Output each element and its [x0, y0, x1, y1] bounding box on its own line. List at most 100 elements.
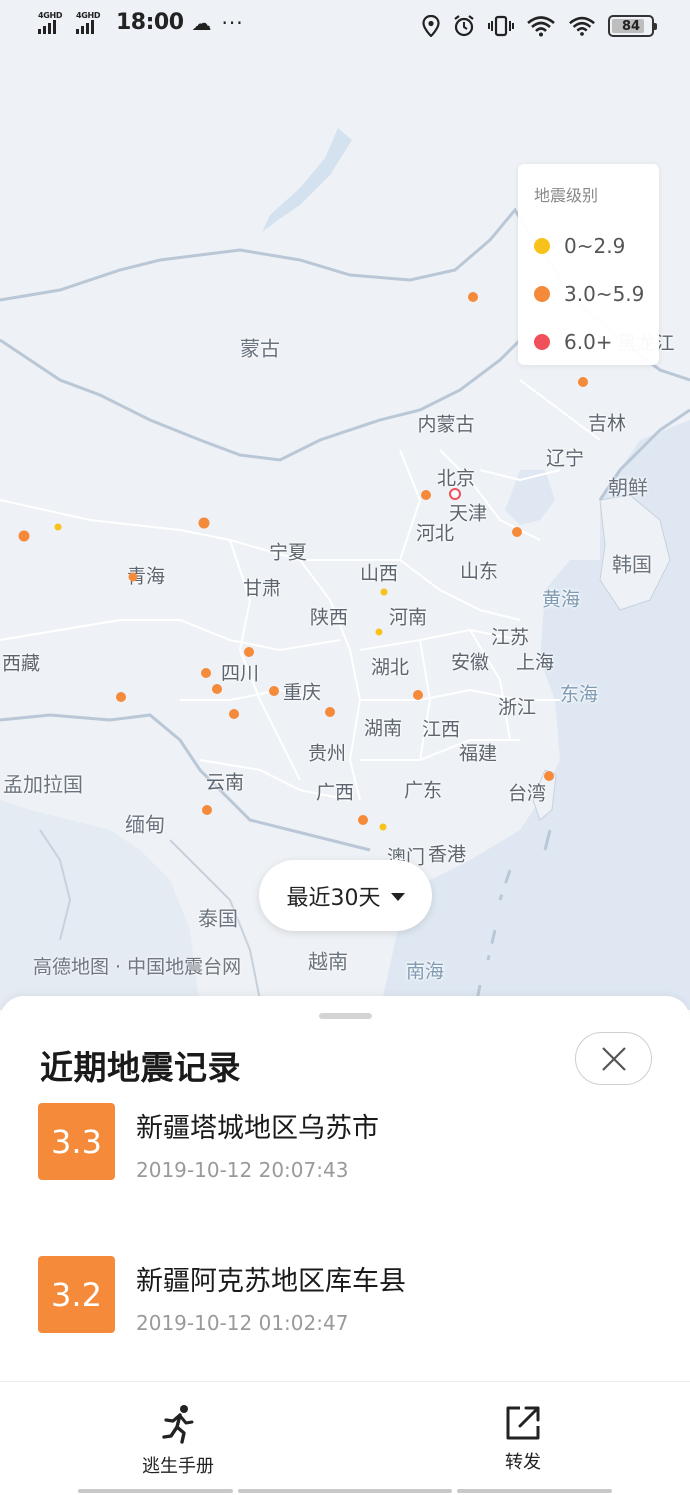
place-label: 山东 [459, 560, 499, 583]
place-label: 湖南 [363, 717, 403, 740]
wifi-icon-2 [569, 16, 595, 36]
place-label: 天津 [448, 502, 488, 525]
place-label: 南海 [405, 960, 445, 983]
legend-label: 6.0+ [564, 330, 613, 354]
legend-label: 3.0~5.9 [564, 282, 645, 306]
legend-row: 0~2.9 [534, 222, 659, 270]
caret-down-icon [390, 892, 405, 901]
cellular-signal-icon: 4GHD [38, 11, 70, 34]
vibrate-icon [488, 15, 514, 37]
quake-marker[interactable] [512, 527, 522, 537]
place-label: 辽宁 [545, 447, 585, 470]
map-attribution: 高德地图 · 中国地震台网 [33, 956, 242, 978]
location-icon [422, 15, 440, 37]
cellular-signal-icon: 4GHD [76, 11, 108, 34]
bottom-toolbar: 逃生手册 转发 [0, 1381, 690, 1495]
quake-marker[interactable] [375, 628, 383, 636]
wifi-icon [527, 16, 555, 37]
magnitude-legend: 地震级别 0~2.9 3.0~5.9 6.0+ [518, 164, 659, 365]
magnitude-badge: 3.2 [38, 1256, 115, 1333]
place-label: 江苏 [490, 626, 530, 649]
quake-marker[interactable] [421, 490, 431, 500]
legend-dot [534, 286, 550, 302]
quake-marker[interactable] [269, 686, 279, 696]
place-label: 台湾 [507, 782, 547, 805]
cloud-icon: ☁ [191, 10, 212, 35]
share-button[interactable]: 转发 [443, 1382, 603, 1482]
legend-dot [534, 238, 550, 254]
place-label: 贵州 [307, 742, 347, 765]
place-label: 黄海 [541, 588, 581, 611]
quake-marker[interactable] [198, 517, 210, 529]
place-label: 云南 [205, 771, 245, 794]
running-person-icon [162, 1405, 194, 1444]
earthquake-map[interactable]: 蒙古 内蒙古 黑龙江 吉林 辽宁 朝鲜 韩国 北京 天津 河北 宁夏 山西 山东… [0, 0, 690, 1010]
quake-marker[interactable] [380, 588, 388, 596]
quake-time: 2019-10-12 01:02:47 [136, 1311, 349, 1335]
battery-icon: 84 [608, 15, 657, 37]
place-label: 韩国 [612, 552, 652, 577]
place-label: 越南 [308, 949, 348, 974]
drag-handle[interactable] [319, 1013, 372, 1019]
place-label: 陕西 [309, 606, 349, 629]
place-label: 重庆 [282, 681, 322, 704]
quake-marker[interactable] [413, 690, 423, 700]
gesture-bar [78, 1489, 233, 1493]
place-label: 安徽 [450, 651, 490, 674]
sheet-title: 近期地震记录 [40, 1048, 241, 1087]
battery-level: 84 [621, 18, 641, 34]
place-label: 吉林 [587, 412, 627, 435]
quake-marker[interactable] [244, 647, 254, 657]
quake-marker[interactable] [18, 530, 30, 542]
share-icon [506, 1406, 540, 1440]
gesture-bar [457, 1489, 612, 1493]
quake-marker[interactable] [116, 692, 126, 702]
close-icon [601, 1046, 626, 1071]
time-range-label: 最近30天 [286, 885, 381, 911]
place-label: 宁夏 [268, 541, 308, 564]
quake-marker[interactable] [201, 668, 211, 678]
quake-marker[interactable] [202, 805, 212, 815]
quake-location: 新疆阿克苏地区库车县 [136, 1266, 406, 1297]
network-type: 4GHD [76, 11, 101, 20]
place-label: 广东 [403, 779, 443, 802]
place-label: 上海 [515, 651, 555, 674]
place-label: 朝鲜 [608, 475, 648, 500]
place-label: 东海 [559, 683, 599, 706]
quake-marker[interactable] [54, 523, 62, 531]
quake-marker[interactable] [128, 572, 138, 582]
map-background [0, 128, 690, 1010]
place-label: 西藏 [1, 652, 41, 675]
place-label: 浙江 [497, 696, 537, 719]
quake-marker[interactable] [578, 377, 588, 387]
quake-marker[interactable] [229, 709, 239, 719]
alarm-icon [454, 15, 474, 37]
place-label: 河北 [415, 522, 455, 545]
escape-manual-button[interactable]: 逃生手册 [98, 1382, 258, 1482]
place-label: 内蒙古 [417, 413, 475, 436]
legend-row: 3.0~5.9 [534, 270, 659, 318]
place-label: 泰国 [198, 906, 238, 931]
place-label: 福建 [458, 742, 498, 765]
place-label: 湖北 [370, 656, 410, 679]
list-item[interactable]: 3.3 新疆塔城地区乌苏市 2019-10-12 20:07:43 [38, 1103, 658, 1183]
place-label: 甘肃 [242, 577, 282, 600]
more-notifications-icon: ··· [221, 10, 244, 35]
list-item[interactable]: 3.2 新疆阿克苏地区库车县 2019-10-12 01:02:47 [38, 1256, 658, 1336]
place-label: 北京 [436, 467, 476, 490]
quake-marker[interactable] [379, 823, 387, 831]
quake-marker-beijing[interactable] [449, 488, 461, 500]
time-range-dropdown[interactable]: 最近30天 [259, 860, 432, 931]
quake-marker[interactable] [325, 707, 335, 717]
quake-marker[interactable] [468, 292, 478, 302]
place-label: 江西 [421, 718, 461, 741]
quake-marker[interactable] [544, 771, 554, 781]
place-label: 广西 [315, 781, 355, 804]
quake-marker[interactable] [358, 815, 368, 825]
quake-marker[interactable] [212, 684, 222, 694]
clock: 18:00 [116, 10, 184, 35]
network-type: 4GHD [38, 11, 63, 20]
close-button[interactable] [575, 1032, 652, 1085]
legend-title: 地震级别 [534, 186, 599, 205]
gesture-bar [238, 1489, 452, 1493]
